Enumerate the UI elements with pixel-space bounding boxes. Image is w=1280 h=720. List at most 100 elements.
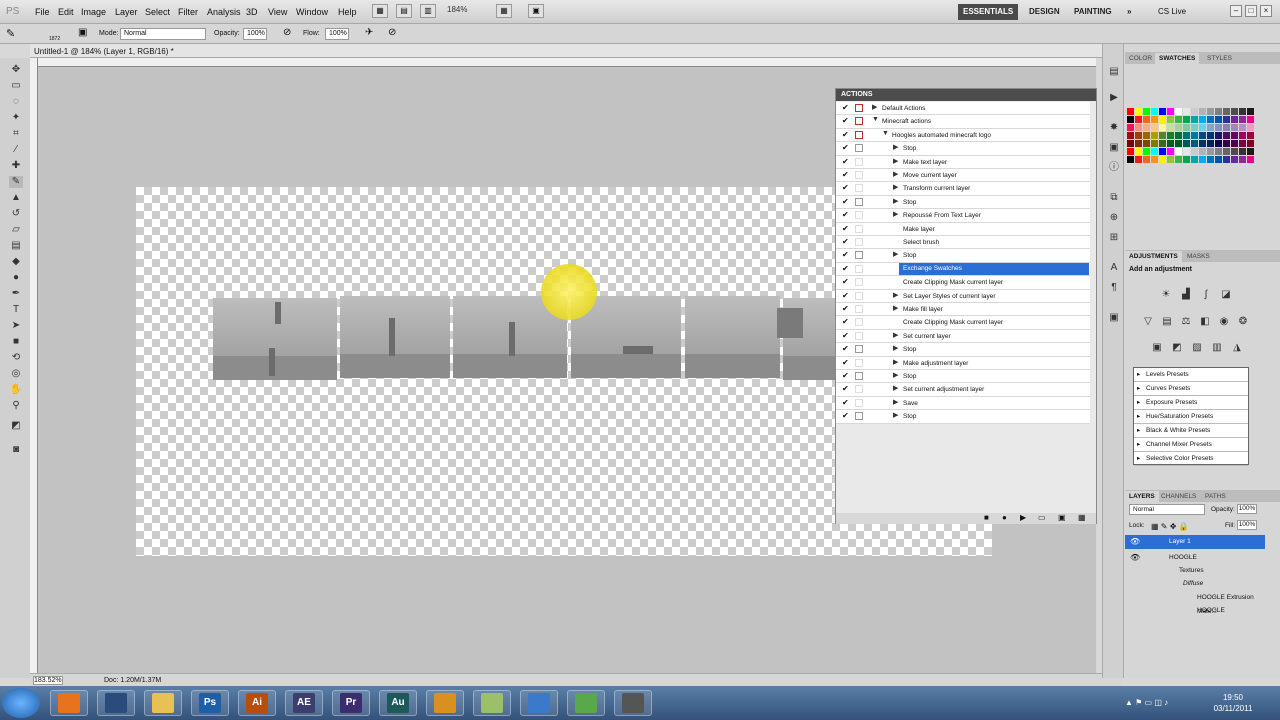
lock-icons[interactable]: ▦ ✎ ✥ 🔒 [1151,522,1189,531]
color-swatch[interactable] [1167,124,1174,131]
color-swatch[interactable] [1215,132,1222,139]
brush-presets-icon[interactable]: ✸ [1108,122,1120,134]
minibridge-icon[interactable]: ▤ [396,4,412,18]
color-swatch[interactable] [1135,116,1142,123]
dialog-toggle[interactable] [855,398,863,407]
workspace-painting[interactable]: PAINTING [1069,4,1117,20]
color-swatch[interactable] [1159,132,1166,139]
tray-icons[interactable]: ▲ ⚑ ▭ ◫ ♪ [1125,698,1168,707]
brush-tool-icon[interactable]: ✎ [6,27,15,40]
action-toggle-checkbox[interactable]: ✔ [842,184,850,192]
color-swatch[interactable] [1127,148,1134,155]
dialog-toggle[interactable] [855,358,863,367]
color-swatch[interactable] [1159,156,1166,163]
action-row[interactable]: ✔ ▶ Repoussé From Text Layer [836,209,1090,223]
color-swatch[interactable] [1247,124,1254,131]
color-swatch[interactable] [1247,132,1254,139]
taskbar-cinema4d[interactable] [97,690,135,716]
dialog-toggle[interactable] [855,224,863,233]
action-row[interactable]: ✔ ▶ Make text layer [836,155,1090,169]
color-swatch[interactable] [1215,124,1222,131]
taskbar-illustrator[interactable]: Ai [238,690,276,716]
marquee-tool-icon[interactable]: ▭ [9,80,23,92]
action-row[interactable]: ✔ ▶ Make adjustment layer [836,356,1090,370]
color-swatch[interactable] [1183,148,1190,155]
dialog-toggle[interactable] [855,144,863,153]
dialog-toggle[interactable] [855,171,863,179]
styles-icon[interactable]: ▣ [1108,312,1120,324]
healing-tool-icon[interactable]: ✚ [9,160,23,172]
color-swatch[interactable] [1143,124,1150,131]
color-swatch[interactable] [1135,108,1142,115]
color-swatch[interactable] [1231,124,1238,131]
expand-triangle-icon[interactable]: ▶ [893,304,898,312]
menu-image[interactable]: Image [81,7,106,17]
zoom-level-field[interactable]: 183.52% [33,676,63,685]
notes-icon[interactable]: ⊞ [1108,232,1120,244]
color-swatch[interactable] [1151,156,1158,163]
quick-mask-icon[interactable]: ◙ [9,444,23,456]
dialog-toggle[interactable] [855,291,863,300]
lasso-tool-icon[interactable]: ◌ [9,96,23,108]
3d-icon[interactable]: ⧉ [1108,192,1120,204]
action-row[interactable]: ✔ Exchange Swatches [836,262,1090,277]
levels-icon[interactable]: ▟ [1180,289,1192,301]
action-toggle-checkbox[interactable]: ✔ [842,345,850,353]
layer-row[interactable]: 👁 Layer 1 [1125,535,1265,549]
action-toggle-checkbox[interactable]: ✔ [842,144,850,152]
dialog-toggle[interactable] [855,305,863,313]
dialog-toggle[interactable] [855,184,863,193]
quick-select-tool-icon[interactable]: ✦ [9,112,23,124]
taskbar-tool[interactable] [614,690,652,716]
color-swatch[interactable] [1135,156,1142,163]
dialog-toggle[interactable] [855,278,863,287]
color-swatch[interactable] [1191,148,1198,155]
visibility-eye-icon[interactable]: 👁 [1130,535,1140,549]
color-swatch[interactable] [1223,116,1230,123]
taskbar-itunes[interactable] [520,690,558,716]
color-swatch[interactable] [1199,156,1206,163]
color-swatch[interactable] [1151,140,1158,147]
color-swatch[interactable] [1191,116,1198,123]
path-select-tool-icon[interactable]: ➤ [9,320,23,332]
tab-swatches[interactable]: SWATCHES [1155,53,1200,64]
color-swatch[interactable] [1183,116,1190,123]
minimize-icon[interactable]: – [1230,5,1242,17]
curves-icon[interactable]: ∫ [1200,289,1212,301]
expand-triangle-icon[interactable]: ▶ [893,398,898,406]
color-swatch[interactable] [1135,132,1142,139]
expand-triangle-icon[interactable]: ▶ [893,250,898,258]
gradient-tool-icon[interactable]: ▤ [9,240,23,252]
color-swatch[interactable] [1223,148,1230,155]
dodge-tool-icon[interactable]: ● [9,272,23,284]
color-swatches-icon[interactable]: ◩ [9,420,23,432]
color-swatch[interactable] [1143,116,1150,123]
menu-3d[interactable]: 3D [246,7,258,17]
color-swatch[interactable] [1191,156,1198,163]
layer-opacity-field[interactable]: 100% [1237,504,1257,514]
taskbar-firefox[interactable] [50,690,88,716]
vibrance-icon[interactable]: ▽ [1142,316,1154,328]
color-swatch[interactable] [1247,148,1254,155]
dialog-toggle[interactable] [855,331,863,340]
move-tool-icon[interactable]: ✥ [9,64,23,76]
pressure-size-icon[interactable]: ⊘ [388,27,396,38]
tab-masks[interactable]: MASKS [1183,251,1214,262]
expand-triangle-icon[interactable]: ▶ [872,103,877,111]
taskbar-outlook[interactable] [426,690,464,716]
color-swatch[interactable] [1247,116,1254,123]
play-icon[interactable]: ▶ [1020,513,1026,522]
action-toggle-checkbox[interactable]: ✔ [842,157,850,166]
color-swatch[interactable] [1127,124,1134,131]
action-toggle-checkbox[interactable]: ✔ [842,117,850,125]
color-swatch[interactable] [1199,108,1206,115]
color-swatch[interactable] [1159,116,1166,123]
dialog-toggle[interactable] [855,372,863,380]
action-row[interactable]: ✔ Create Clipping Mask current layer [836,316,1090,330]
color-swatch[interactable] [1151,116,1158,123]
color-swatch[interactable] [1167,156,1174,163]
color-swatch[interactable] [1223,108,1230,115]
workspace-more[interactable]: » [1122,4,1136,20]
tab-paths[interactable]: PATHS [1201,491,1230,502]
action-toggle-checkbox[interactable]: ✔ [842,211,850,219]
